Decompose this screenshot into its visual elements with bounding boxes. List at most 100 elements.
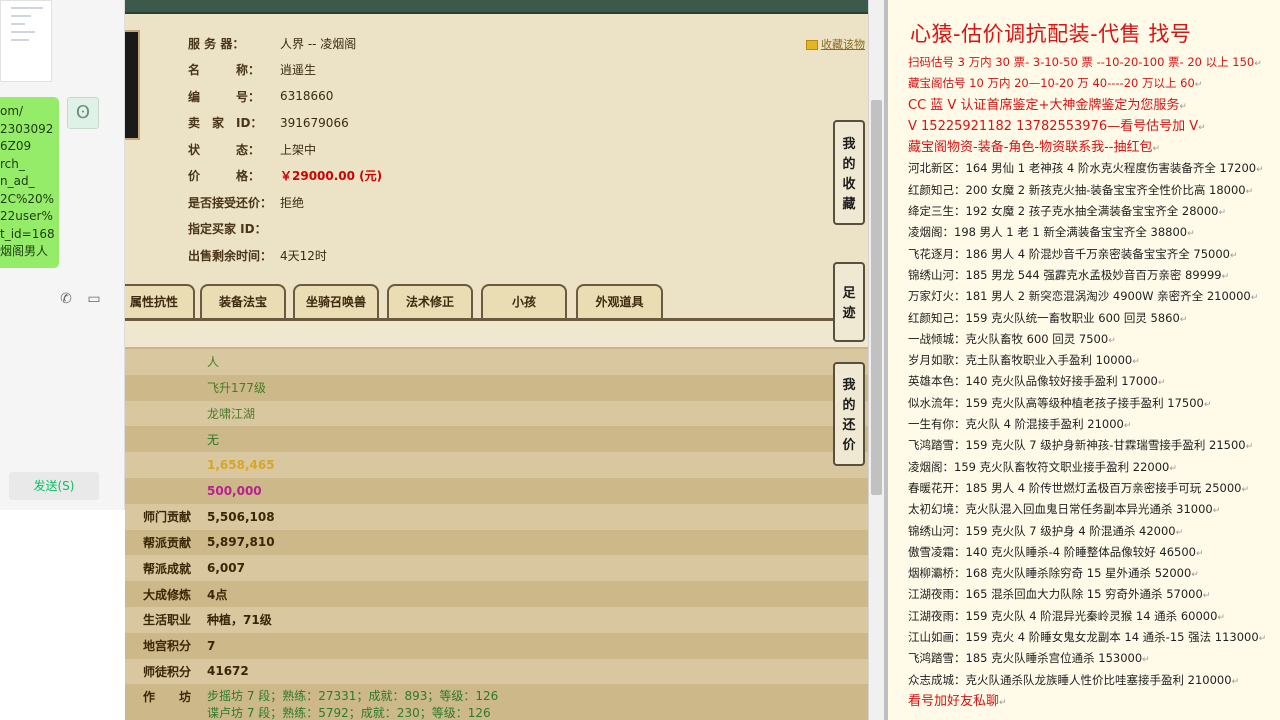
vertical-scrollbar[interactable] bbox=[868, 0, 884, 720]
info-row: 价 格： ￥29000.00 (元) bbox=[188, 163, 382, 190]
note-line: 藏宝阁估号 10 万内 20—10-20 万 40----20 万以上 60↵ bbox=[908, 73, 1278, 94]
table-row: 龙啸江湖 bbox=[125, 400, 868, 427]
info-row: 名 称： 逍遥生 bbox=[188, 57, 382, 84]
shared-image-thumbnail[interactable] bbox=[0, 0, 52, 82]
character-portrait bbox=[125, 30, 140, 140]
row-value: 人 bbox=[207, 355, 220, 370]
table-row: 帮派贡献 5,897,810 bbox=[125, 529, 868, 556]
paragraph-mark-icon: ↵ bbox=[1217, 612, 1225, 623]
info-value: 4天12时 bbox=[280, 248, 327, 263]
note-line: 凌烟阁：198 男人 1 老 1 新全满装备宝宝齐全 38800↵ bbox=[908, 222, 1278, 243]
chat-message-line: 2C%20% bbox=[0, 191, 55, 206]
info-row: 出售剩余时间： 4天12时 bbox=[188, 242, 382, 269]
paragraph-mark-icon: ↵ bbox=[1258, 634, 1267, 645]
side-button-1[interactable]: 我的收藏 bbox=[833, 120, 865, 225]
row-value: 无 bbox=[207, 432, 220, 447]
row-label: 师门贡献 bbox=[143, 510, 192, 525]
row-value: 飞升177级 bbox=[207, 381, 266, 396]
info-row: 状 态： 上架中 bbox=[188, 136, 382, 163]
side-button-2[interactable]: 足迹 bbox=[833, 262, 865, 342]
paragraph-mark-icon: ↵ bbox=[999, 697, 1007, 708]
paragraph-mark-icon: ↵ bbox=[1202, 591, 1211, 602]
note-line: 锦绣山河：159 克火队 7 级护身 4 阶混通杀 42000↵ bbox=[908, 521, 1278, 542]
tab-2[interactable]: 装备法宝 bbox=[200, 284, 286, 318]
note-line: 扫码估号 3 万内 30 票- 3-10-50 票 --10-20-100 票-… bbox=[908, 52, 1278, 73]
favorite-link[interactable]: 收藏该物 bbox=[806, 36, 865, 52]
table-row: 师门贡献 5,506,108 bbox=[125, 503, 868, 530]
note-line: 看号加好友私聊↵ bbox=[908, 691, 1278, 712]
note-line: 江山如画：159 克火 4 阶睡女鬼女龙副本 14 通杀-15 强法 11300… bbox=[908, 627, 1278, 648]
info-label: 编 号： bbox=[188, 89, 261, 104]
chat-message-line: om/ bbox=[0, 104, 24, 118]
note-line: 锦绣山河：185 男龙 544 强霹克水孟极妙音百万亲密 89999↵ bbox=[908, 265, 1278, 286]
chat-message-bubble[interactable]: om/2303092 6Z09 rch_ n_ad_ 2C%20% 22user% t_id… bbox=[0, 97, 59, 268]
info-label: 卖 家 ID： bbox=[188, 116, 263, 131]
paragraph-mark-icon: ↵ bbox=[1198, 122, 1206, 133]
note-line: 傲雪凌霜：140 克火队睡杀-4 阶睡整体品像较好 46500↵ bbox=[908, 542, 1278, 563]
info-label: 状 态： bbox=[188, 142, 261, 157]
paragraph-mark-icon: ↵ bbox=[1152, 144, 1161, 155]
table-row: 生活职业 种植，71级 bbox=[125, 606, 868, 633]
note-line: 一生有你：克火队 4 阶混接手盈利 21000↵ bbox=[908, 414, 1278, 435]
paragraph-mark-icon: ↵ bbox=[1142, 655, 1150, 666]
craft-line-2: 谍卢坊 7 段；熟练：5792；成就：230；等级：126 bbox=[207, 706, 491, 720]
chat-message-line: n_ad_ bbox=[0, 174, 35, 188]
scrollbar-thumb[interactable] bbox=[871, 100, 882, 495]
paragraph-mark-icon: ↵ bbox=[1245, 442, 1254, 453]
note-line-text: 傲雪凌霜：140 克火队睡杀-4 阶睡整体品像较好 46500 bbox=[908, 544, 1196, 559]
row-value: 6,007 bbox=[207, 561, 245, 576]
note-line: 众志成城：克火队通杀队龙族睡人性价比哇塞接手盈利 210000↵ bbox=[908, 670, 1278, 691]
note-line-text: 锦绣山河：159 克火队 7 级护身 4 阶混通杀 42000 bbox=[908, 523, 1176, 538]
row-value: 5,506,108 bbox=[207, 509, 275, 524]
side-button-3[interactable]: 我的还价 bbox=[833, 362, 865, 466]
note-line-text: 飞鸿踏雪：185 克火队睡杀宫位通杀 153000 bbox=[908, 651, 1143, 666]
tab-3[interactable]: 坐骑召唤兽 bbox=[293, 284, 379, 318]
paragraph-mark-icon: ↵ bbox=[1254, 59, 1262, 69]
paragraph-mark-icon: ↵ bbox=[1245, 186, 1254, 197]
chat-message-line: 22user% bbox=[0, 209, 53, 223]
note-line: 飞鸿踏雪：185 克火队睡杀宫位通杀 153000↵ bbox=[908, 648, 1278, 669]
table-row: 1,658,465 bbox=[125, 452, 868, 478]
note-line: 春暖花开：185 男人 4 阶传世燃灯孟极百万亲密接手可玩 25000↵ bbox=[908, 478, 1278, 499]
send-button[interactable]: 发送(S) bbox=[9, 472, 99, 500]
note-line-text: 江湖夜雨：165 混杀回血大力队除 15 穷奇外通杀 57000 bbox=[908, 587, 1203, 602]
row-value: 41672 bbox=[207, 664, 249, 679]
paragraph-mark-icon: ↵ bbox=[1108, 335, 1116, 346]
info-value: 391679066 bbox=[280, 115, 349, 130]
tab-6[interactable]: 外观道具 bbox=[576, 284, 663, 318]
note-line-text: 江山如画：159 克火 4 阶睡女鬼女龙副本 14 通杀-15 强法 11300… bbox=[908, 630, 1259, 645]
table-row: 人 bbox=[125, 349, 868, 375]
table-row: 大成修炼 4点 bbox=[125, 581, 868, 607]
chat-message-line: rch_ bbox=[0, 156, 25, 171]
paragraph-mark-icon: ↵ bbox=[1179, 314, 1188, 325]
notes-document: 心猿-估价调抗配装-代售 找号 扫码估号 3 万内 30 票- 3-10-50 … bbox=[888, 0, 1280, 720]
chat-message-line: 2303092 bbox=[0, 121, 54, 136]
phone-icon[interactable]: ✆ bbox=[58, 291, 74, 307]
note-line: 太初幻境：克火队混入回血鬼日常任务副本异光通杀 31000↵ bbox=[908, 499, 1278, 520]
chat-panel: om/2303092 6Z09 rch_ n_ad_ 2C%20% 22user% t_id… bbox=[0, 0, 125, 510]
panel-header bbox=[125, 321, 868, 349]
note-line-text: 藏宝阁物资-装备-角色-物资联系我--抽红包 bbox=[908, 140, 1153, 156]
user-avatar[interactable]: ʘ bbox=[67, 97, 99, 129]
info-label: 出售剩余时间： bbox=[188, 248, 273, 263]
video-call-icon[interactable]: ▭ bbox=[86, 291, 102, 307]
tab-1[interactable]: 属性抗性 bbox=[125, 284, 195, 318]
note-line-text: 英雄本色：140 克火队品像较好接手盈利 17000 bbox=[908, 374, 1158, 389]
game-trade-window: 服 务 器： 人界 -- 凌烟阁名 称： 逍遥生编 号： 6318660 卖 家 ID：… bbox=[125, 0, 868, 720]
note-line-text: 锦绣山河：185 男龙 544 强霹克水孟极妙音百万亲密 89999 bbox=[908, 267, 1222, 282]
row-label: 生活职业 bbox=[143, 613, 192, 628]
paragraph-mark-icon: ↵ bbox=[1212, 506, 1221, 517]
tab-5[interactable]: 小孩 bbox=[481, 284, 567, 318]
table-row: 地宫积分 7 bbox=[125, 632, 868, 659]
info-row: 服 务 器： 人界 -- 凌烟阁 bbox=[188, 30, 382, 57]
info-row: 编 号： 6318660 bbox=[188, 83, 382, 110]
note-line-text: CC 蓝 V 认证首席鉴定+大神金牌鉴定为您服务 bbox=[908, 97, 1180, 113]
paragraph-mark-icon: ↵ bbox=[1218, 208, 1227, 219]
note-line-text: 凌烟阁：198 男人 1 老 1 新全满装备宝宝齐全 38800 bbox=[908, 225, 1188, 240]
info-row: 卖 家 ID： 391679066 bbox=[188, 110, 382, 137]
row-value: 龙啸江湖 bbox=[207, 406, 256, 421]
paragraph-mark-icon: ↵ bbox=[1132, 357, 1140, 368]
note-line-text: 众志成城：克火队通杀队龙族睡人性价比哇塞接手盈利 210000 bbox=[908, 672, 1232, 687]
tab-4[interactable]: 法术修正 bbox=[387, 284, 473, 318]
note-line-text: 藏宝阁估号 10 万内 20—10-20 万 40----20 万以上 60 bbox=[908, 76, 1195, 91]
